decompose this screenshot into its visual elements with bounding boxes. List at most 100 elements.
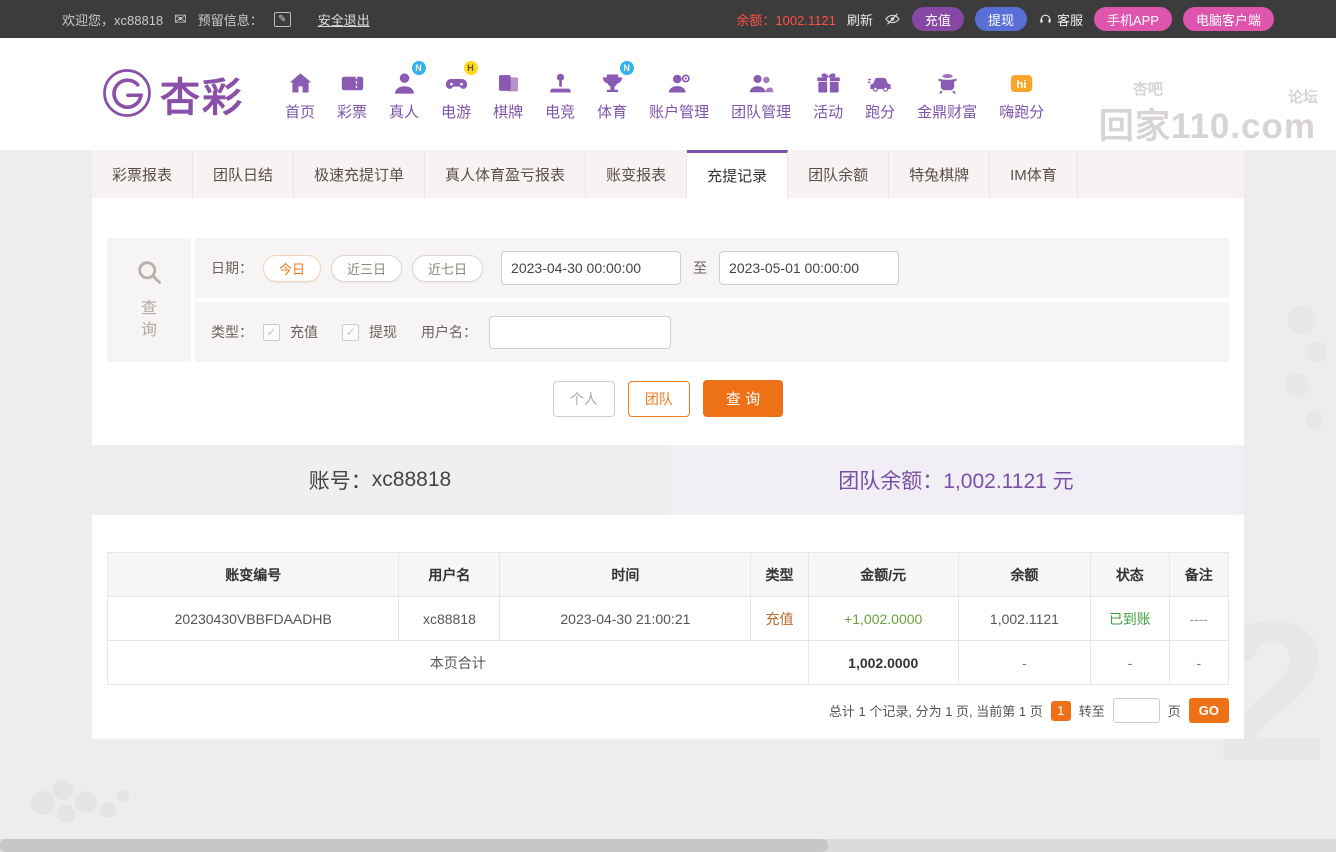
cell-time: 2023-04-30 21:00:21 bbox=[500, 597, 751, 641]
tab-deposit-withdraw-records[interactable]: 充提记录 bbox=[687, 150, 788, 198]
username-input[interactable] bbox=[489, 316, 671, 349]
floral-watermark bbox=[18, 768, 138, 838]
nav-item-paofen[interactable]: 跑分 bbox=[858, 67, 902, 122]
tab-im-sports[interactable]: IM体育 bbox=[990, 150, 1078, 198]
withdraw-checkbox[interactable]: ✓ bbox=[342, 324, 359, 341]
type-label: 类型： bbox=[211, 322, 253, 342]
summary-remark: - bbox=[1169, 641, 1228, 685]
content-panel: 查询 日期： 今日 近三日 近七日 至 bbox=[92, 198, 1244, 739]
nav-item-activity[interactable]: 活动 bbox=[806, 67, 850, 122]
records-table-wrap: 账变编号 用户名 时间 类型 金额/元 余额 状态 备注 20230430VBB… bbox=[107, 552, 1229, 685]
recharge-checkbox-label[interactable]: 充值 bbox=[290, 322, 318, 342]
account-number: 账号：xc88818 bbox=[92, 445, 668, 515]
tab-account-change-report[interactable]: 账变报表 bbox=[586, 150, 687, 198]
quick-7days-button[interactable]: 近七日 bbox=[412, 255, 483, 282]
tab-team-balance[interactable]: 团队余额 bbox=[788, 150, 889, 198]
tab-live-sports-report[interactable]: 真人体育盈亏报表 bbox=[425, 150, 586, 198]
nav-label: 体育 bbox=[597, 101, 627, 122]
date-label: 日期： bbox=[211, 258, 253, 278]
logo-emblem-icon bbox=[100, 66, 154, 123]
nav-label: 嗨跑分 bbox=[999, 101, 1044, 122]
nav-item-account-manage[interactable]: 账户管理 bbox=[642, 67, 716, 122]
summary-row: 本页合计 1,002.0000 - - - bbox=[108, 641, 1229, 685]
pagination-info: 总计 1 个记录, 分为 1 页, 当前第 1 页 bbox=[829, 701, 1043, 720]
account-summary-bar: 账号：xc88818 团队余额：1,002.1121 元 bbox=[92, 445, 1244, 515]
svg-text:hi: hi bbox=[1017, 79, 1027, 91]
pc-client-button[interactable]: 电脑客户端 bbox=[1183, 7, 1274, 31]
date-from-field[interactable] bbox=[501, 251, 681, 285]
nav-item-team-manage[interactable]: 团队管理 bbox=[724, 67, 798, 122]
withdraw-button[interactable]: 提现 bbox=[975, 7, 1027, 31]
nav-item-live[interactable]: N 真人 bbox=[382, 67, 426, 122]
nav-label: 棋牌 bbox=[493, 101, 523, 122]
refresh-link[interactable]: 刷新 bbox=[847, 10, 873, 29]
hi-paofen-icon: hi bbox=[1008, 67, 1035, 97]
nav-item-egame[interactable]: H 电游 bbox=[434, 67, 478, 122]
summary-amount: 1,002.0000 bbox=[808, 641, 958, 685]
quick-3days-button[interactable]: 近三日 bbox=[331, 255, 402, 282]
summary-balance: - bbox=[958, 641, 1090, 685]
personal-button[interactable]: 个人 bbox=[553, 381, 615, 417]
team-manage-icon bbox=[748, 67, 775, 97]
nav-item-sports[interactable]: N 体育 bbox=[590, 67, 634, 122]
nav-item-hi-paofen[interactable]: hi 嗨跑分 bbox=[992, 67, 1051, 122]
topbar: 欢迎您，xc88818 ✉ 预留信息： ✎ 安全退出 余额：1002.1121 … bbox=[0, 0, 1336, 38]
go-button[interactable]: GO bbox=[1189, 698, 1229, 723]
filter-box: 查询 日期： 今日 近三日 近七日 至 bbox=[107, 238, 1229, 362]
withdraw-checkbox-label[interactable]: 提现 bbox=[369, 322, 397, 342]
eye-slash-icon[interactable] bbox=[884, 11, 901, 27]
query-button[interactable]: 查 询 bbox=[703, 380, 783, 417]
envelope-icon[interactable]: ✉ bbox=[174, 10, 187, 28]
edit-icon[interactable]: ✎ bbox=[274, 12, 291, 27]
watermark-text-2: 论坛 bbox=[1288, 86, 1318, 107]
topbar-left: 欢迎您，xc88818 ✉ 预留信息： ✎ 安全退出 bbox=[62, 10, 370, 29]
balance-label: 余额： bbox=[736, 13, 775, 28]
tab-lottery-report[interactable]: 彩票报表 bbox=[92, 150, 193, 198]
welcome-text: 欢迎您，xc88818 bbox=[62, 10, 163, 29]
reserved-info-label: 预留信息： bbox=[198, 10, 263, 29]
date-from-input[interactable] bbox=[502, 260, 681, 276]
current-page-badge[interactable]: 1 bbox=[1051, 701, 1071, 721]
site-logo[interactable]: 杏彩 bbox=[100, 65, 244, 123]
date-to-input[interactable] bbox=[720, 260, 899, 276]
account-manage-icon bbox=[666, 67, 693, 97]
col-type: 类型 bbox=[751, 553, 808, 597]
goto-page-input[interactable] bbox=[1113, 698, 1160, 723]
username-label: 用户名： bbox=[421, 322, 477, 342]
team-balance: 团队余额：1,002.1121 元 bbox=[668, 445, 1244, 515]
logout-link[interactable]: 安全退出 bbox=[318, 10, 370, 29]
recharge-checkbox[interactable]: ✓ bbox=[263, 324, 280, 341]
quick-today-button[interactable]: 今日 bbox=[263, 255, 321, 282]
nav-label: 团队管理 bbox=[731, 101, 791, 122]
date-to-field[interactable] bbox=[719, 251, 899, 285]
badge-h: H bbox=[464, 61, 478, 75]
site-header: 杏吧 论坛 回家110.com 杏彩 首页 彩票 N bbox=[0, 38, 1336, 150]
tab-fast-orders[interactable]: 极速充提订单 bbox=[294, 150, 425, 198]
team-button[interactable]: 团队 bbox=[628, 381, 690, 417]
nav-label: 真人 bbox=[389, 101, 419, 122]
nav-item-wealth[interactable]: 金鼎财富 bbox=[910, 67, 984, 122]
nav-item-chess[interactable]: 棋牌 bbox=[486, 67, 530, 122]
scrollbar-thumb[interactable] bbox=[0, 839, 828, 852]
query-side-button[interactable]: 查询 bbox=[107, 238, 191, 362]
tab-team-daily[interactable]: 团队日结 bbox=[193, 150, 294, 198]
tab-special-chess[interactable]: 特兔棋牌 bbox=[889, 150, 990, 198]
nav-item-lottery[interactable]: 彩票 bbox=[330, 67, 374, 122]
team-balance-value: 1,002.1121 元 bbox=[943, 465, 1073, 495]
wealth-ding-icon bbox=[934, 67, 961, 97]
nav-item-home[interactable]: 首页 bbox=[278, 67, 322, 122]
recharge-button[interactable]: 充值 bbox=[912, 7, 964, 31]
cell-remark: ---- bbox=[1169, 597, 1228, 641]
horizontal-scrollbar[interactable] bbox=[0, 839, 1336, 852]
mobile-app-button[interactable]: 手机APP bbox=[1094, 7, 1172, 31]
filter-type-row: 类型： ✓ 充值 ✓ 提现 用户名： bbox=[195, 302, 1229, 362]
nav-label: 彩票 bbox=[337, 101, 367, 122]
col-username: 用户名 bbox=[399, 553, 500, 597]
badge-n: N bbox=[412, 61, 426, 75]
table-header-row: 账变编号 用户名 时间 类型 金额/元 余额 状态 备注 bbox=[108, 553, 1229, 597]
nav-item-esports[interactable]: 电竞 bbox=[538, 67, 582, 122]
col-balance: 余额 bbox=[958, 553, 1090, 597]
live-person-icon: N bbox=[391, 67, 418, 97]
cell-status: 已到账 bbox=[1091, 597, 1169, 641]
customer-service-link[interactable]: 客服 bbox=[1038, 10, 1083, 29]
